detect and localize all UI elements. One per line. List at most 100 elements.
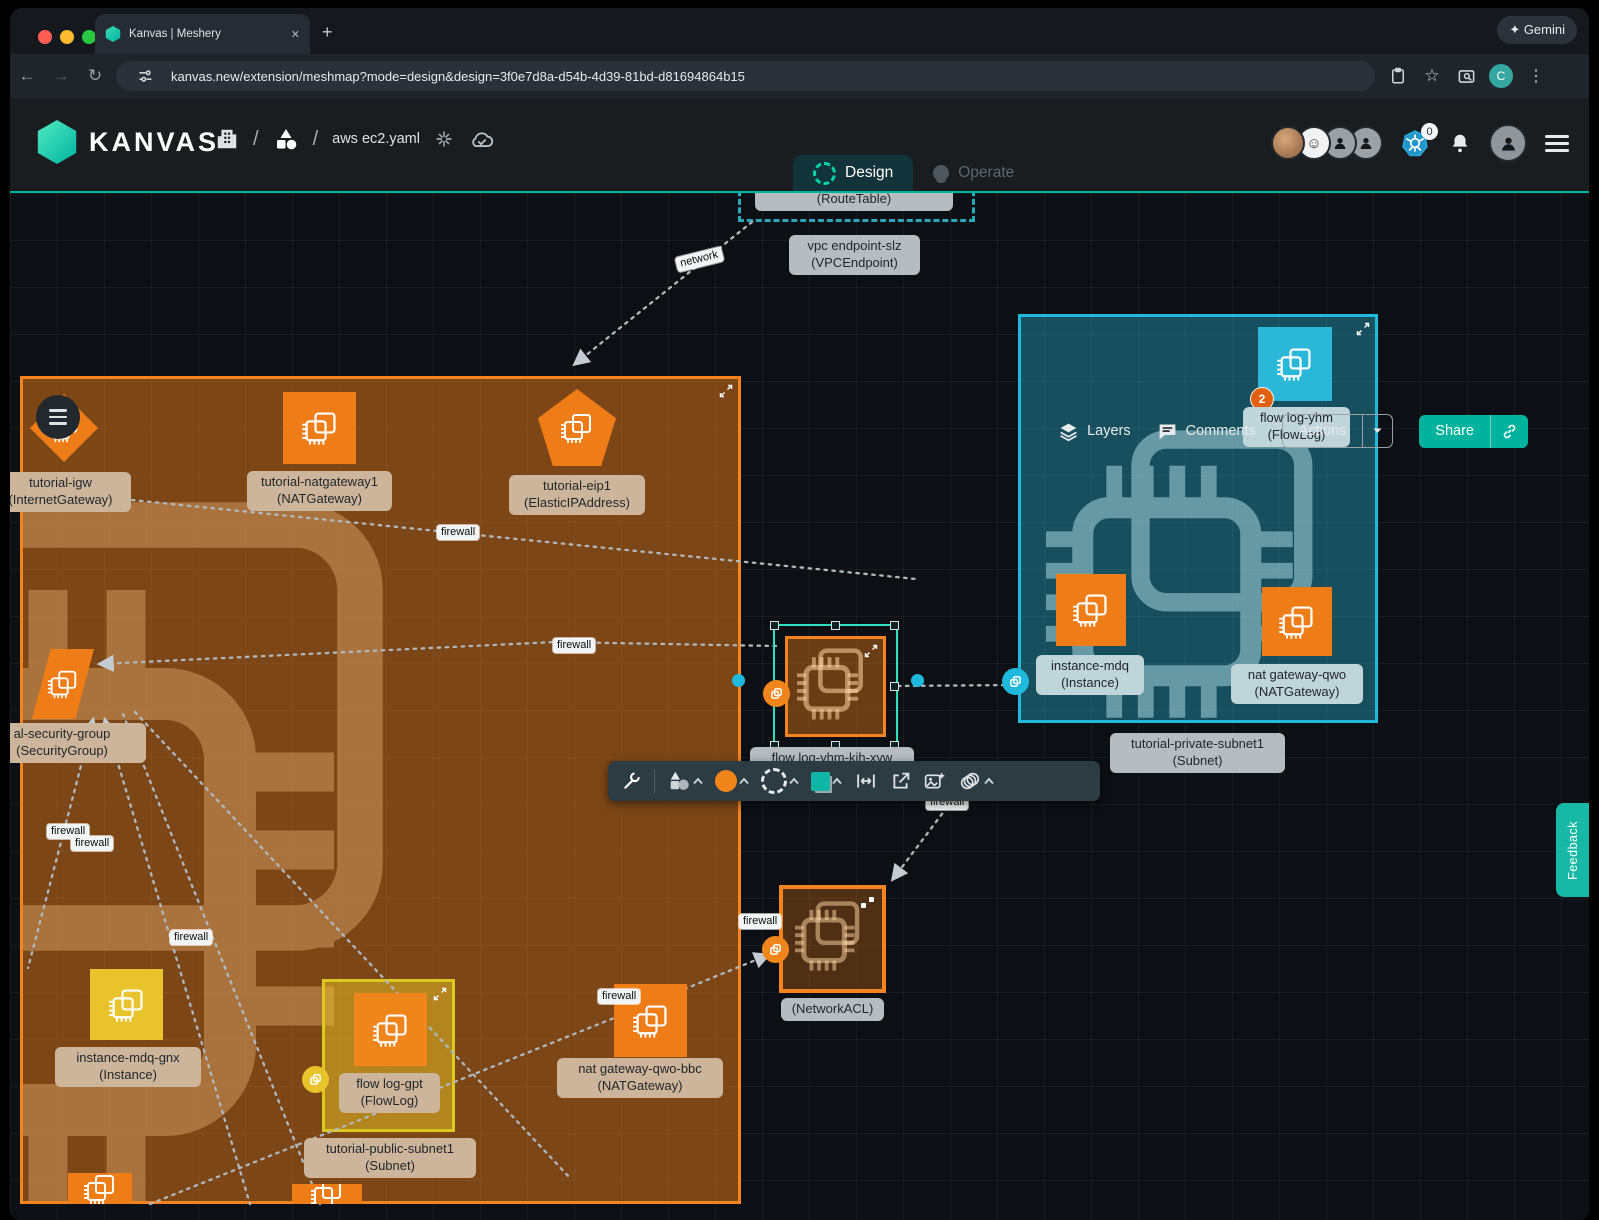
share-button[interactable]: Share xyxy=(1419,423,1490,439)
edge-dot-right[interactable] xyxy=(911,674,924,687)
collapse-icon[interactable] xyxy=(433,987,447,1001)
actions-dropdown-button[interactable] xyxy=(1362,415,1392,447)
cloud-sync-icon[interactable] xyxy=(468,129,496,150)
workspace-icon[interactable] xyxy=(273,126,299,152)
kanvas-wordmark: KANVAS xyxy=(89,127,219,158)
node-label[interactable]: tutorial-eip1(ElasticIPAddress) xyxy=(509,475,645,515)
canvas-menu-button[interactable] xyxy=(36,395,80,439)
browser-window: Kanvas | Meshery ✕ + ✦ Gemini ← → ↻ kanv… xyxy=(10,8,1589,1220)
instance-mdq-gnx[interactable] xyxy=(90,969,163,1040)
organization-icon[interactable] xyxy=(215,127,239,151)
border-style-icon[interactable] xyxy=(755,761,805,801)
tab-search-icon[interactable] xyxy=(1453,67,1479,86)
nat-gateway-qwo[interactable] xyxy=(1262,587,1332,656)
fill-color-icon[interactable] xyxy=(709,761,755,801)
design-canvas[interactable]: 2 (RouteTable) vpc endpoint-slz(VPCEndpoin… xyxy=(10,193,1589,1220)
wrench-icon[interactable] xyxy=(616,761,648,801)
collapse-icon[interactable] xyxy=(719,384,733,398)
flowlog-link-badge[interactable] xyxy=(763,680,790,707)
network-acl[interactable] xyxy=(779,885,886,993)
node-label[interactable]: tutorial-igw(InternetGateway) xyxy=(10,472,131,512)
chrome-profile-avatar[interactable]: C xyxy=(1489,64,1513,88)
shape-style-icon[interactable] xyxy=(805,761,848,801)
browser-tab[interactable]: Kanvas | Meshery ✕ xyxy=(95,14,310,54)
gemini-button[interactable]: ✦ Gemini xyxy=(1497,16,1577,44)
nacl-link-badge[interactable] xyxy=(762,936,789,963)
save-icon[interactable] xyxy=(1385,67,1411,85)
flowlog-gpt-link-badge[interactable] xyxy=(302,1066,329,1093)
forward-icon[interactable]: → xyxy=(44,66,78,86)
flow-log-yhm-kjh-xyw[interactable] xyxy=(785,636,886,737)
design-file-name[interactable]: aws ec2.yaml xyxy=(332,131,420,147)
node-label[interactable]: instance-mdq-gnx(Instance) xyxy=(55,1047,201,1087)
node-label[interactable]: al-security-group(SecurityGroup) xyxy=(10,723,146,763)
share-button-group: Share xyxy=(1419,415,1528,448)
comments-button[interactable]: Comments xyxy=(1157,421,1256,442)
breadcrumb-separator: / xyxy=(253,128,259,151)
node-label[interactable]: instance-mdq(Instance) xyxy=(1036,655,1144,695)
window-minimize-button[interactable] xyxy=(60,30,74,44)
flow-log-yhm-kjh-xyw-selection[interactable] xyxy=(773,624,898,749)
node-label[interactable]: nat gateway-qwo-bbc(NATGateway) xyxy=(557,1058,723,1098)
node-label[interactable]: tutorial-private-subnet1(Subnet) xyxy=(1110,733,1285,773)
notifications-bell-icon[interactable] xyxy=(1449,132,1471,154)
tutorial-natgateway1[interactable] xyxy=(283,392,356,464)
flow-log-yhm[interactable]: 2 xyxy=(1258,327,1332,401)
collaborator-avatar[interactable] xyxy=(1271,126,1305,160)
resize-width-icon[interactable] xyxy=(848,761,884,801)
window-close-button[interactable] xyxy=(38,30,52,44)
back-icon[interactable]: ← xyxy=(10,66,44,86)
tab-operate[interactable]: Operate xyxy=(913,155,1034,191)
reload-icon[interactable]: ↻ xyxy=(78,66,112,86)
partial-node-2[interactable] xyxy=(292,1184,362,1204)
kanvas-logo[interactable]: KANVAS xyxy=(37,120,219,164)
layers-button[interactable]: Layers xyxy=(1058,421,1131,442)
kubernetes-context-button[interactable]: 0 xyxy=(1401,129,1429,157)
resize-handle[interactable] xyxy=(890,621,899,630)
tab-close-icon[interactable]: ✕ xyxy=(291,28,300,41)
node-label[interactable]: tutorial-natgateway1(NATGateway) xyxy=(247,471,392,511)
new-tab-button[interactable]: + xyxy=(322,22,333,43)
resize-handle[interactable] xyxy=(770,621,779,630)
partial-node-1[interactable] xyxy=(68,1173,132,1204)
bookmark-star-icon[interactable]: ☆ xyxy=(1419,66,1445,86)
filter-circles-icon[interactable] xyxy=(952,761,1000,801)
open-in-new-icon[interactable] xyxy=(884,761,917,801)
shapes-icon[interactable] xyxy=(661,761,709,801)
snowflake-icon[interactable] xyxy=(434,129,454,149)
feedback-tab[interactable]: Feedback xyxy=(1556,803,1589,897)
collapse-icon[interactable] xyxy=(1356,322,1370,336)
edge-label: firewall xyxy=(170,930,212,945)
chrome-menu-icon[interactable]: ⋮ xyxy=(1523,66,1549,86)
resize-handle[interactable] xyxy=(831,621,840,630)
node-label[interactable]: nat gateway-qwo(NATGateway) xyxy=(1231,664,1363,704)
node-label[interactable]: tutorial-public-subnet1(Subnet) xyxy=(304,1138,476,1178)
site-info-icon[interactable] xyxy=(132,68,158,84)
meshery-favicon xyxy=(105,26,121,42)
subnet-link-badge[interactable] xyxy=(1002,668,1029,695)
edge-label: firewall xyxy=(553,638,595,653)
copy-link-button[interactable] xyxy=(1490,415,1528,448)
node-label[interactable]: flow log-gpt(FlowLog) xyxy=(339,1073,440,1113)
canvas-action-bar: Layers Comments Actions Share xyxy=(1058,414,1528,448)
resize-handle[interactable] xyxy=(890,682,899,691)
collapse-icon[interactable] xyxy=(864,644,878,658)
layers-label: Layers xyxy=(1087,423,1131,439)
edge-dot-left[interactable] xyxy=(732,674,745,687)
node-label[interactable]: (RouteTable) xyxy=(755,193,953,211)
mode-toggle: Design Operate xyxy=(793,155,1034,191)
add-image-icon[interactable] xyxy=(917,761,952,801)
node-label[interactable]: (NetworkACL) xyxy=(781,998,884,1021)
operate-icon xyxy=(933,165,949,181)
flow-log-gpt[interactable] xyxy=(354,993,427,1066)
user-avatar[interactable] xyxy=(1489,124,1527,162)
tab-design[interactable]: Design xyxy=(793,155,913,191)
toolbar-divider xyxy=(654,769,655,793)
edge-label: firewall xyxy=(598,989,640,1004)
actions-button[interactable]: Actions xyxy=(1283,423,1363,439)
window-zoom-button[interactable] xyxy=(82,30,96,44)
node-label[interactable]: vpc endpoint-slz(VPCEndpoint) xyxy=(789,235,920,275)
instance-mdq[interactable] xyxy=(1056,574,1126,646)
address-bar[interactable]: kanvas.new/extension/meshmap?mode=design… xyxy=(116,61,1375,91)
header-menu-icon[interactable] xyxy=(1545,135,1569,152)
